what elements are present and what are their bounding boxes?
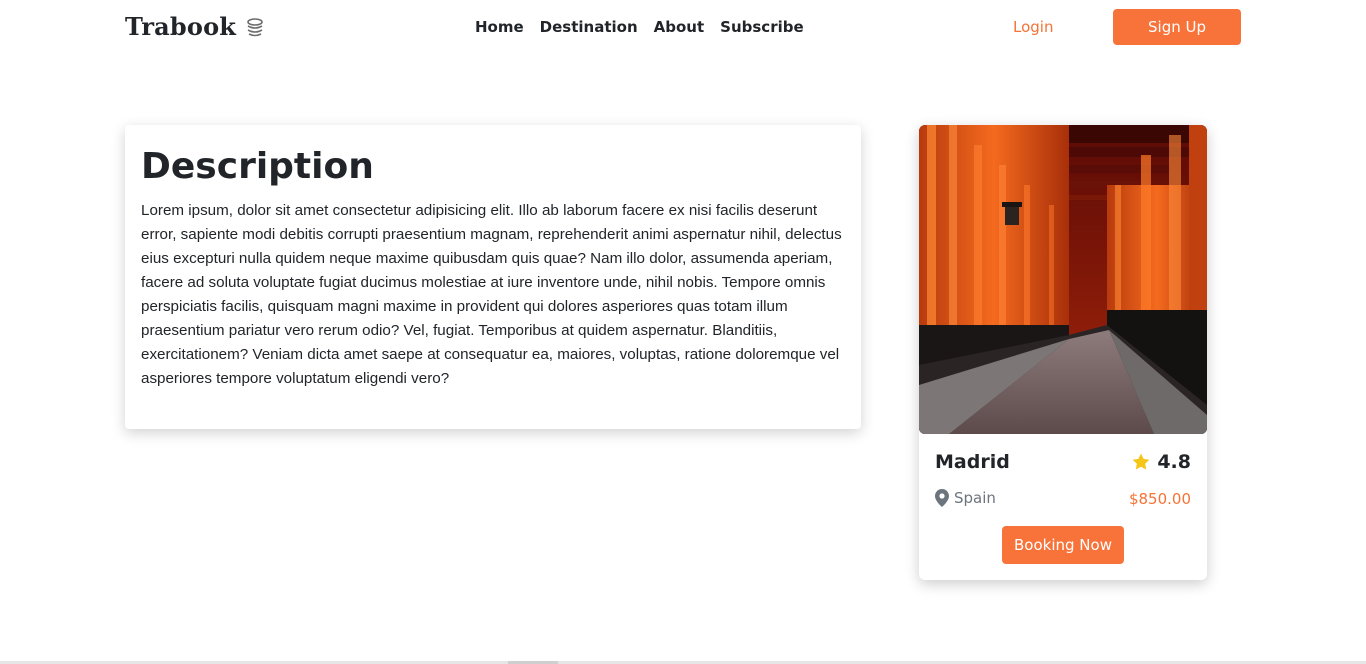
navbar: Trabook Home Destination About Subscribe…: [0, 0, 1366, 56]
description-title: Description: [141, 146, 374, 187]
main-menu: Home Destination About Subscribe: [475, 18, 804, 36]
destination-card: Madrid 4.8 Spain $850.00 Booking Now: [919, 125, 1207, 580]
description-body: Lorem ipsum, dolor sit amet consectetur …: [141, 202, 842, 387]
rating: 4.8: [1131, 451, 1191, 473]
description-card: Description Lorem ipsum, dolor sit amet …: [125, 125, 861, 429]
map-pin-icon: [935, 489, 949, 507]
brand-name: Trabook: [125, 12, 237, 41]
torii-gates-tunnel-photo: [919, 125, 1207, 434]
card-info-row: Spain $850.00: [935, 489, 1191, 511]
price: $850.00: [1128, 490, 1191, 508]
signup-button[interactable]: Sign Up: [1113, 9, 1241, 45]
nav-link-destination[interactable]: Destination: [540, 18, 638, 36]
login-link[interactable]: Login: [1013, 18, 1053, 36]
brand[interactable]: Trabook: [125, 12, 266, 41]
location-name: Spain: [954, 489, 996, 507]
card-title-row: Madrid 4.8: [935, 451, 1191, 477]
booking-now-button[interactable]: Booking Now: [1002, 526, 1124, 564]
rating-value: 4.8: [1157, 451, 1191, 473]
nav-link-about[interactable]: About: [654, 18, 705, 36]
stacked-coins-icon: [244, 16, 266, 38]
nav-link-home[interactable]: Home: [475, 18, 524, 36]
nav-link-subscribe[interactable]: Subscribe: [720, 18, 804, 36]
location: Spain: [935, 489, 996, 507]
star-icon: [1132, 453, 1150, 470]
city-name: Madrid: [935, 451, 1010, 473]
